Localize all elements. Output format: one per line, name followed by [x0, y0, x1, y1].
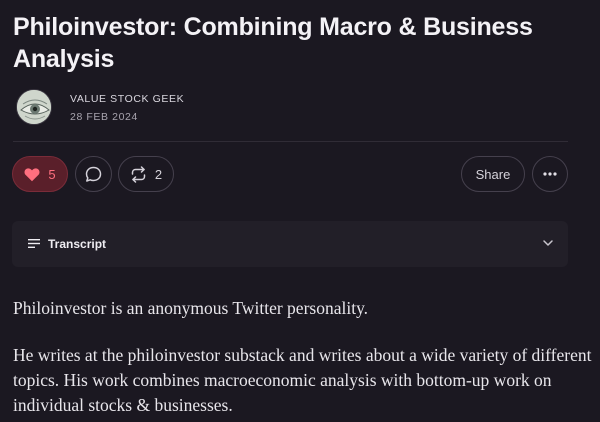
comment-bubble-icon	[85, 166, 102, 182]
restack-button[interactable]: 2	[118, 156, 174, 192]
body-paragraph: Philoinvestor is an anonymous Twitter pe…	[13, 298, 369, 318]
share-button[interactable]: Share	[461, 156, 525, 192]
heart-icon	[24, 167, 40, 181]
restack-icon	[131, 165, 146, 183]
ellipsis-icon	[543, 172, 557, 176]
chevron-down-icon	[543, 240, 553, 246]
author-name[interactable]: VALUE STOCK GEEK	[70, 93, 184, 105]
body-paragraph: He writes at the philoinvestor substack …	[13, 345, 592, 415]
comment-button[interactable]	[75, 156, 112, 192]
divider	[13, 141, 568, 142]
transcript-label: Transcript	[48, 237, 107, 251]
lines-icon	[28, 239, 40, 248]
like-count: 5	[48, 166, 56, 182]
transcript-toggle[interactable]: Transcript	[12, 221, 568, 267]
more-button[interactable]	[532, 156, 568, 192]
like-button[interactable]: 5	[12, 156, 68, 192]
author-row: VALUE STOCK GEEK 28 FEB 2024	[16, 89, 576, 129]
share-label: Share	[475, 166, 511, 182]
post-date: 28 FEB 2024	[70, 111, 138, 123]
restack-count: 2	[154, 166, 163, 182]
avatar[interactable]	[16, 89, 52, 125]
post-title: Philoinvestor: Combining Macro & Busines…	[13, 13, 533, 73]
